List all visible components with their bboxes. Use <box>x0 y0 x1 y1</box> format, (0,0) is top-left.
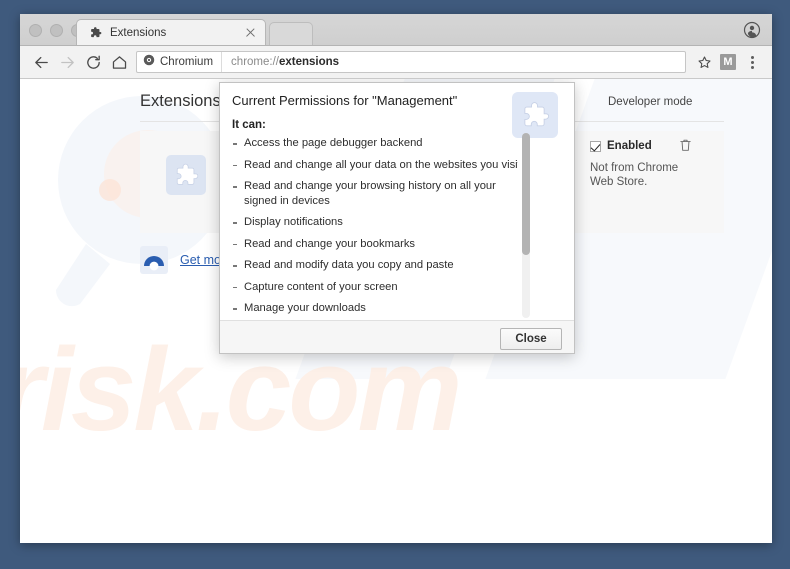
permission-item: Read and modify data you copy and paste <box>232 258 518 273</box>
tab-extensions[interactable]: Extensions <box>76 19 266 45</box>
reload-icon[interactable] <box>80 49 106 75</box>
extension-badge-label: M <box>720 54 736 70</box>
extension-m-icon[interactable]: M <box>716 50 740 74</box>
permission-item: Access the page debugger backend <box>232 136 518 151</box>
dialog-footer: Close <box>220 321 574 353</box>
browser-toolbar: Chromium chrome://extensions M <box>20 46 772 79</box>
permissions-dialog: Current Permissions for "Management" It … <box>219 82 575 354</box>
three-dot-menu-icon[interactable] <box>740 50 764 74</box>
close-button[interactable]: Close <box>500 328 562 350</box>
tab-title: Extensions <box>110 26 167 39</box>
arrow-left-icon[interactable] <box>28 49 54 75</box>
extension-status-block: Enabled Not from Chrome Web Store. <box>578 131 724 233</box>
permission-item: Read and change all your data on the web… <box>232 158 518 173</box>
url-text[interactable]: chrome://extensions <box>222 56 339 68</box>
home-icon[interactable] <box>106 49 132 75</box>
extension-source-note: Not from Chrome Web Store. <box>590 162 679 188</box>
puzzle-piece-icon <box>512 92 558 138</box>
enabled-checkbox[interactable] <box>590 140 601 152</box>
new-tab-button[interactable] <box>269 22 313 45</box>
vertical-scrollbar[interactable] <box>522 133 530 318</box>
browser-window: Extensions Chromium chrome://extensions … <box>20 14 772 543</box>
site-identity-chip[interactable]: Chromium <box>137 52 223 72</box>
permissions-list-viewport: Access the page debugger backend Read and… <box>232 136 518 316</box>
permission-item: Display notifications <box>232 215 518 230</box>
enabled-label: Enabled <box>607 140 652 152</box>
dialog-title: Current Permissions for "Management" <box>232 93 458 108</box>
site-identity-label: Chromium <box>160 56 214 68</box>
arrow-right-icon[interactable] <box>54 49 80 75</box>
url-path: extensions <box>278 56 340 68</box>
chromium-logo-icon <box>143 53 155 71</box>
tab-strip: Extensions <box>20 14 772 46</box>
developer-mode-label[interactable]: Developer mode <box>608 96 692 108</box>
scrollbar-thumb[interactable] <box>522 133 530 255</box>
url-prefix: chrome:// <box>231 56 279 68</box>
star-icon[interactable] <box>692 50 716 74</box>
puzzle-piece-icon <box>166 155 206 195</box>
page-title: Extensions <box>140 92 221 110</box>
dialog-section-label: It can: <box>232 119 266 131</box>
chrome-web-store-icon <box>140 246 168 274</box>
window-close-button[interactable] <box>29 24 42 37</box>
close-icon[interactable] <box>244 26 257 39</box>
trash-icon[interactable] <box>678 137 696 155</box>
enabled-row[interactable]: Enabled <box>590 140 652 152</box>
get-more-extensions-link[interactable]: Get mo <box>180 253 221 267</box>
window-minimize-button[interactable] <box>50 24 63 37</box>
permission-item: Read and change your bookmarks <box>232 237 518 252</box>
get-more-extensions-row[interactable]: Get mo <box>140 246 221 274</box>
extensions-page: risk.com Extensions Developer mode Mana … <box>20 79 772 543</box>
person-avatar-icon[interactable] <box>741 19 763 41</box>
puzzle-piece-icon <box>88 26 102 40</box>
permission-item: Manage your downloads <box>232 301 518 316</box>
permissions-list: Access the page debugger backend Read and… <box>232 136 518 316</box>
address-bar[interactable]: Chromium chrome://extensions <box>136 51 686 73</box>
menu-dots <box>750 55 754 69</box>
permission-item: Read and change your browsing history on… <box>232 179 518 208</box>
permission-item: Capture content of your screen <box>232 280 518 295</box>
